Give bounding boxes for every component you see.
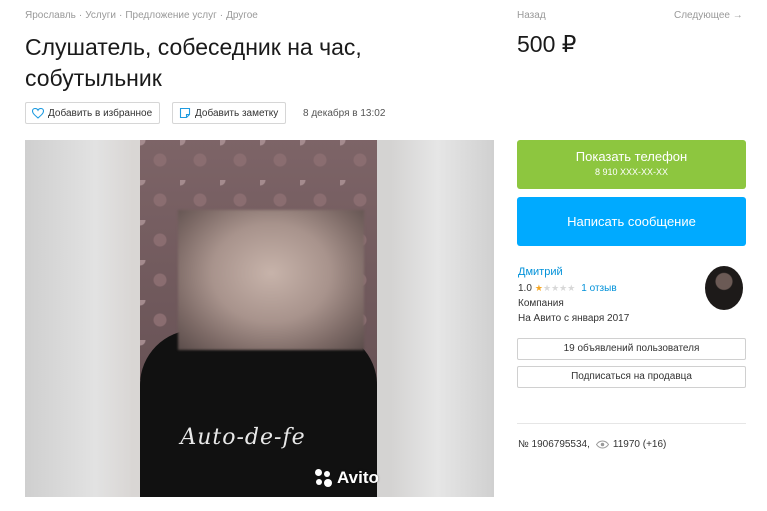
show-phone-label: Показать телефон <box>575 149 688 164</box>
rating-value: 1.0 <box>518 283 532 294</box>
phone-masked: 8 910 XXX-XX-XX <box>594 167 669 177</box>
breadcrumb-type[interactable]: Другое <box>226 10 258 21</box>
nav-back-link[interactable]: Назад <box>517 10 546 21</box>
publish-date: 8 декабря в 13:02 <box>303 108 386 119</box>
views-count: 11970 (+16) <box>612 439 667 450</box>
listing-photo-gallery[interactable]: Auto-de-fe Avito <box>25 140 494 497</box>
price: 500 ₽ <box>517 31 577 57</box>
divider <box>517 423 746 424</box>
add-note-button[interactable]: Добавить заметку <box>172 102 287 124</box>
avito-watermark: Avito <box>315 468 379 488</box>
star-icon: ★ <box>534 283 543 293</box>
seller-type: Компания <box>518 298 564 309</box>
eye-icon <box>595 440 609 449</box>
breadcrumb-separator: · <box>118 10 123 21</box>
nav-next-link[interactable]: Следующее → <box>674 10 743 21</box>
show-phone-button[interactable]: Показать телефон 8 910 XXX-XX-XX <box>517 140 746 189</box>
breadcrumb: Ярославль · Услуги · Предложение услуг · Друго… <box>25 10 258 21</box>
seller-name-link[interactable]: Дмитрий <box>518 266 563 278</box>
seller-rating: 1.0 ★★★★★ 1 отзыв <box>518 283 617 294</box>
avito-logo-icon <box>315 469 333 487</box>
seller-listings-button[interactable]: 19 объявлений пользователя <box>517 338 746 360</box>
star-icon: ★ <box>551 283 560 293</box>
listing-meta: № 1906795534, 11970 (+16) <box>518 439 666 450</box>
page-title: Слушатель, собеседник на час, собутыльни… <box>25 34 362 91</box>
reviews-link[interactable]: 1 отзыв <box>581 283 616 294</box>
star-icon: ★ <box>567 283 576 293</box>
ad-number: № 1906795534, <box>518 439 590 450</box>
star-icon: ★ <box>559 283 568 293</box>
write-message-button[interactable]: Написать сообщение <box>517 197 746 246</box>
watermark-text: Avito <box>337 468 379 487</box>
face-blur-region <box>178 210 364 350</box>
star-icon: ★ <box>542 283 552 293</box>
breadcrumb-separator: · <box>219 10 224 21</box>
add-note-label: Добавить заметку <box>195 107 279 119</box>
listing-photo[interactable]: Auto-de-fe <box>140 140 377 497</box>
shirt-print-text: Auto-de-fe <box>180 425 306 450</box>
rating-stars: ★★★★★ <box>535 283 575 294</box>
breadcrumb-city[interactable]: Ярославль <box>25 10 76 21</box>
add-to-favorites-button[interactable]: Добавить в избранное <box>25 102 161 124</box>
breadcrumb-subcategory[interactable]: Предложение услуг <box>125 10 216 21</box>
subscribe-seller-button[interactable]: Подписаться на продавца <box>517 366 746 388</box>
seller-avatar[interactable] <box>705 266 743 310</box>
note-icon <box>179 107 191 119</box>
breadcrumb-separator: · <box>78 10 83 21</box>
add-to-favorites-label: Добавить в избранное <box>48 107 153 119</box>
seller-since: На Авито с января 2017 <box>518 313 630 324</box>
heart-icon <box>32 107 44 119</box>
breadcrumb-category[interactable]: Услуги <box>85 10 116 21</box>
